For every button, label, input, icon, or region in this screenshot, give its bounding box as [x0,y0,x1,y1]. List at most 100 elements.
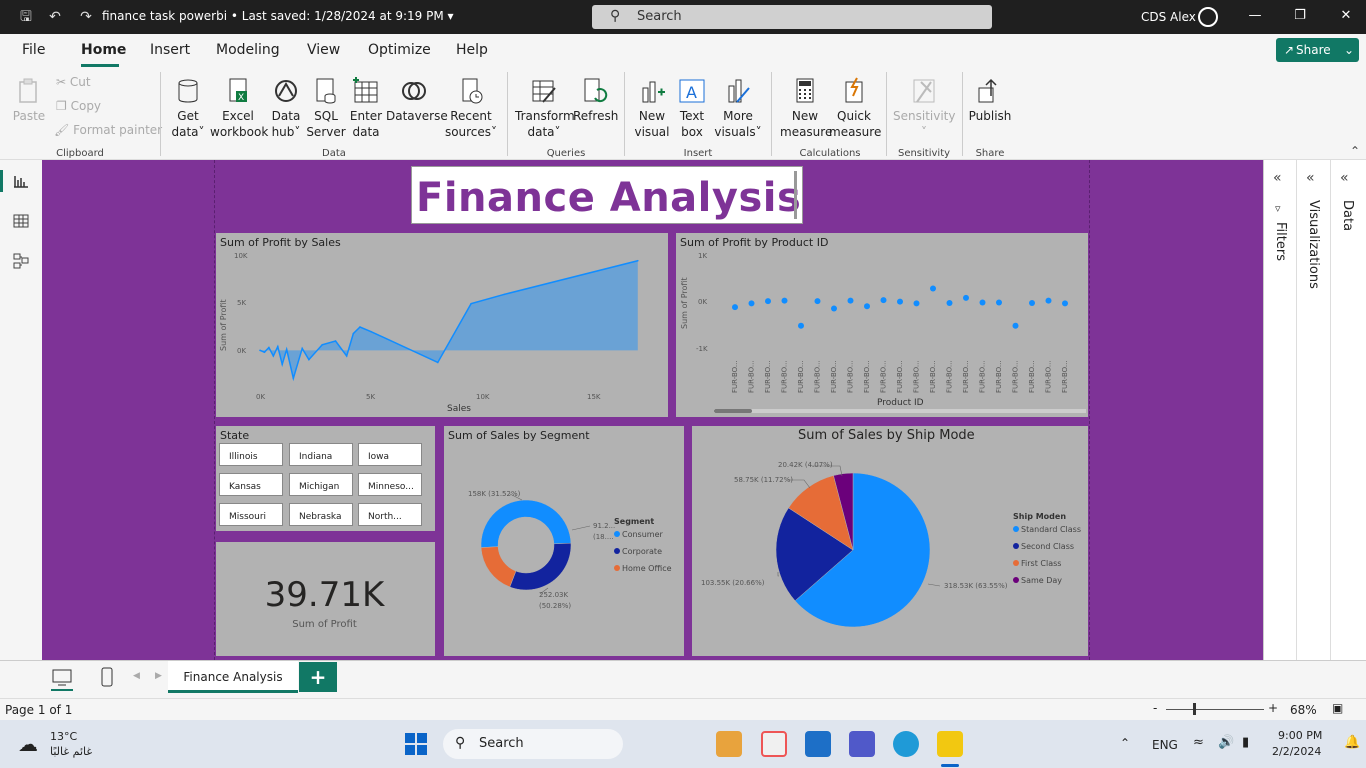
tab-optimize[interactable]: Optimize [368,42,431,58]
battery-icon[interactable]: ▮ [1242,735,1249,750]
data-hub-button[interactable]: Data hub˅ [266,76,306,140]
enter-data-button[interactable]: Enter data [346,76,386,140]
legend-item[interactable]: Corporate [614,547,672,564]
language-indicator[interactable]: ENG [1152,738,1178,752]
donut-chart-visual[interactable]: Sum of Sales by Segment 158K (31.52%) 91… [444,426,684,656]
slicer-item[interactable]: Illinois [219,443,283,466]
sensitivity-button[interactable]: Sensitivity ˅ [893,76,955,140]
transform-data-button[interactable]: Transform data˅ [515,76,575,140]
zoom-in-icon[interactable]: + [1268,701,1278,715]
sql-server-button[interactable]: SQL Server [306,76,346,140]
zoom-slider[interactable] [1166,709,1264,710]
maximize-icon[interactable]: ❐ [1290,8,1310,26]
visualizations-pane-collapsed[interactable]: « Visualizations [1297,160,1331,660]
copy-button[interactable]: ❐ Copy [56,99,101,113]
zoom-slider-thumb[interactable] [1193,703,1196,715]
legend-item[interactable]: Second Class [1013,542,1081,559]
taskbar-search[interactable]: ⚲ Search [443,729,623,759]
user-name[interactable]: CDS Alex [1141,10,1196,24]
legend-item[interactable]: Home Office [614,564,672,581]
share-button[interactable]: ↗ Share ⌄ [1276,38,1359,62]
filters-pane-collapsed[interactable]: « ▿ Filters [1263,160,1297,660]
document-title[interactable]: finance task powerbi • Last saved: 1/28/… [102,9,454,23]
avatar[interactable] [1198,7,1218,27]
get-data-button[interactable]: Get data˅ [168,76,208,140]
chevron-down-icon[interactable]: ▾ [448,9,454,23]
zoom-out-icon[interactable]: - [1153,701,1157,715]
more-visuals-button[interactable]: More visuals˅ [714,76,762,140]
slicer-item[interactable]: Minneso... [358,473,422,496]
area-chart-visual[interactable]: Sum of Profit by Sales 10K 5K 0K Sum of … [216,233,668,417]
tab-file[interactable]: File [22,42,45,58]
windows-start-icon[interactable] [404,732,428,756]
weather-icon[interactable]: ☁ [18,732,38,756]
dataverse-button[interactable]: Dataverse [386,76,448,124]
close-icon[interactable]: ✕ [1336,8,1356,26]
chevron-left-icon[interactable]: « [1273,170,1282,186]
prev-page-icon[interactable]: ◀ [133,671,140,681]
chevron-left-icon[interactable]: « [1306,170,1315,186]
add-page-button[interactable]: + [299,662,337,692]
powerbi-icon[interactable] [937,731,963,757]
clock-time[interactable]: 9:00 PM [1278,729,1322,742]
clock-date[interactable]: 2/2/2024 [1272,745,1321,758]
refresh-button[interactable]: Refresh [573,76,618,124]
legend-item[interactable]: First Class [1013,559,1081,576]
minimize-icon[interactable]: — [1245,8,1265,26]
volume-icon[interactable]: 🔊 [1218,735,1234,750]
page-tab[interactable]: Finance Analysis [168,661,298,693]
desktop-layout-icon[interactable] [52,669,72,687]
format-painter-button[interactable]: 🖌 Format painter [54,123,162,137]
scrollbar-thumb[interactable] [714,409,752,413]
redo-icon[interactable]: ↷ [78,9,94,25]
search-input[interactable]: ⚲ Search [592,5,992,29]
recent-sources-button[interactable]: Recent sources˅ [443,76,499,140]
tab-modeling[interactable]: Modeling [216,42,280,58]
paste-button[interactable]: Paste [10,76,48,124]
pie-chart-visual[interactable]: Sum of Sales by Ship Mode 20.42K (4.07%)… [692,426,1088,656]
new-measure-button[interactable]: New measure [780,76,832,140]
excel-workbook-button[interactable]: X Excel workbook [210,76,268,140]
notification-icon[interactable]: 🔔 [1344,735,1360,750]
tab-view[interactable]: View [307,42,340,58]
wifi-icon[interactable]: ≈ [1193,735,1204,750]
cut-button[interactable]: ✂ Cut [56,75,91,89]
report-title-textbox[interactable]: Finance Analysis [411,166,803,224]
fit-to-page-icon[interactable]: ▣ [1332,701,1343,715]
slicer-item[interactable]: Kansas [219,473,283,496]
publish-button[interactable]: Publish [968,76,1012,124]
slicer-item[interactable]: Iowa [358,443,422,466]
store-icon[interactable] [761,731,787,757]
slicer-item[interactable]: Michigan [289,473,353,496]
slicer-item[interactable]: Nebraska [289,503,353,526]
legend-item[interactable]: Consumer [614,530,672,547]
teams-icon[interactable] [849,731,875,757]
undo-icon[interactable]: ↶ [47,9,63,25]
quick-measure-button[interactable]: Quick measure [829,76,881,140]
next-page-icon[interactable]: ▶ [155,671,162,681]
table-view-icon[interactable] [12,212,30,230]
chevron-up-icon[interactable]: ⌃ [1120,736,1130,750]
text-box-button[interactable]: A Text box [672,76,712,140]
slicer-item[interactable]: Missouri [219,503,283,526]
new-visual-button[interactable]: New visual [632,76,672,140]
legend-item[interactable]: Same Day [1013,576,1081,593]
legend-item[interactable]: Standard Class [1013,525,1081,542]
tab-home[interactable]: Home [81,42,126,58]
horizontal-scrollbar[interactable] [714,409,1086,413]
chevron-left-icon[interactable]: « [1340,170,1349,186]
save-icon[interactable]: 🖫 [18,9,34,25]
file-explorer-icon[interactable] [716,731,742,757]
edge-icon[interactable] [893,731,919,757]
slicer-item[interactable]: North... [358,503,422,526]
mobile-layout-icon[interactable] [101,667,113,687]
data-pane-collapsed[interactable]: « Data [1331,160,1366,660]
scatter-chart-visual[interactable]: Sum of Profit by Product ID 1K 0K -1K Su… [676,233,1088,417]
mail-icon[interactable] [805,731,831,757]
slicer-item[interactable]: Indiana [289,443,353,466]
tab-help[interactable]: Help [456,42,488,58]
model-view-icon[interactable] [12,252,30,270]
tab-insert[interactable]: Insert [150,42,190,58]
report-view-icon[interactable] [12,172,30,190]
collapse-ribbon-icon[interactable]: ⌃ [1350,144,1360,158]
